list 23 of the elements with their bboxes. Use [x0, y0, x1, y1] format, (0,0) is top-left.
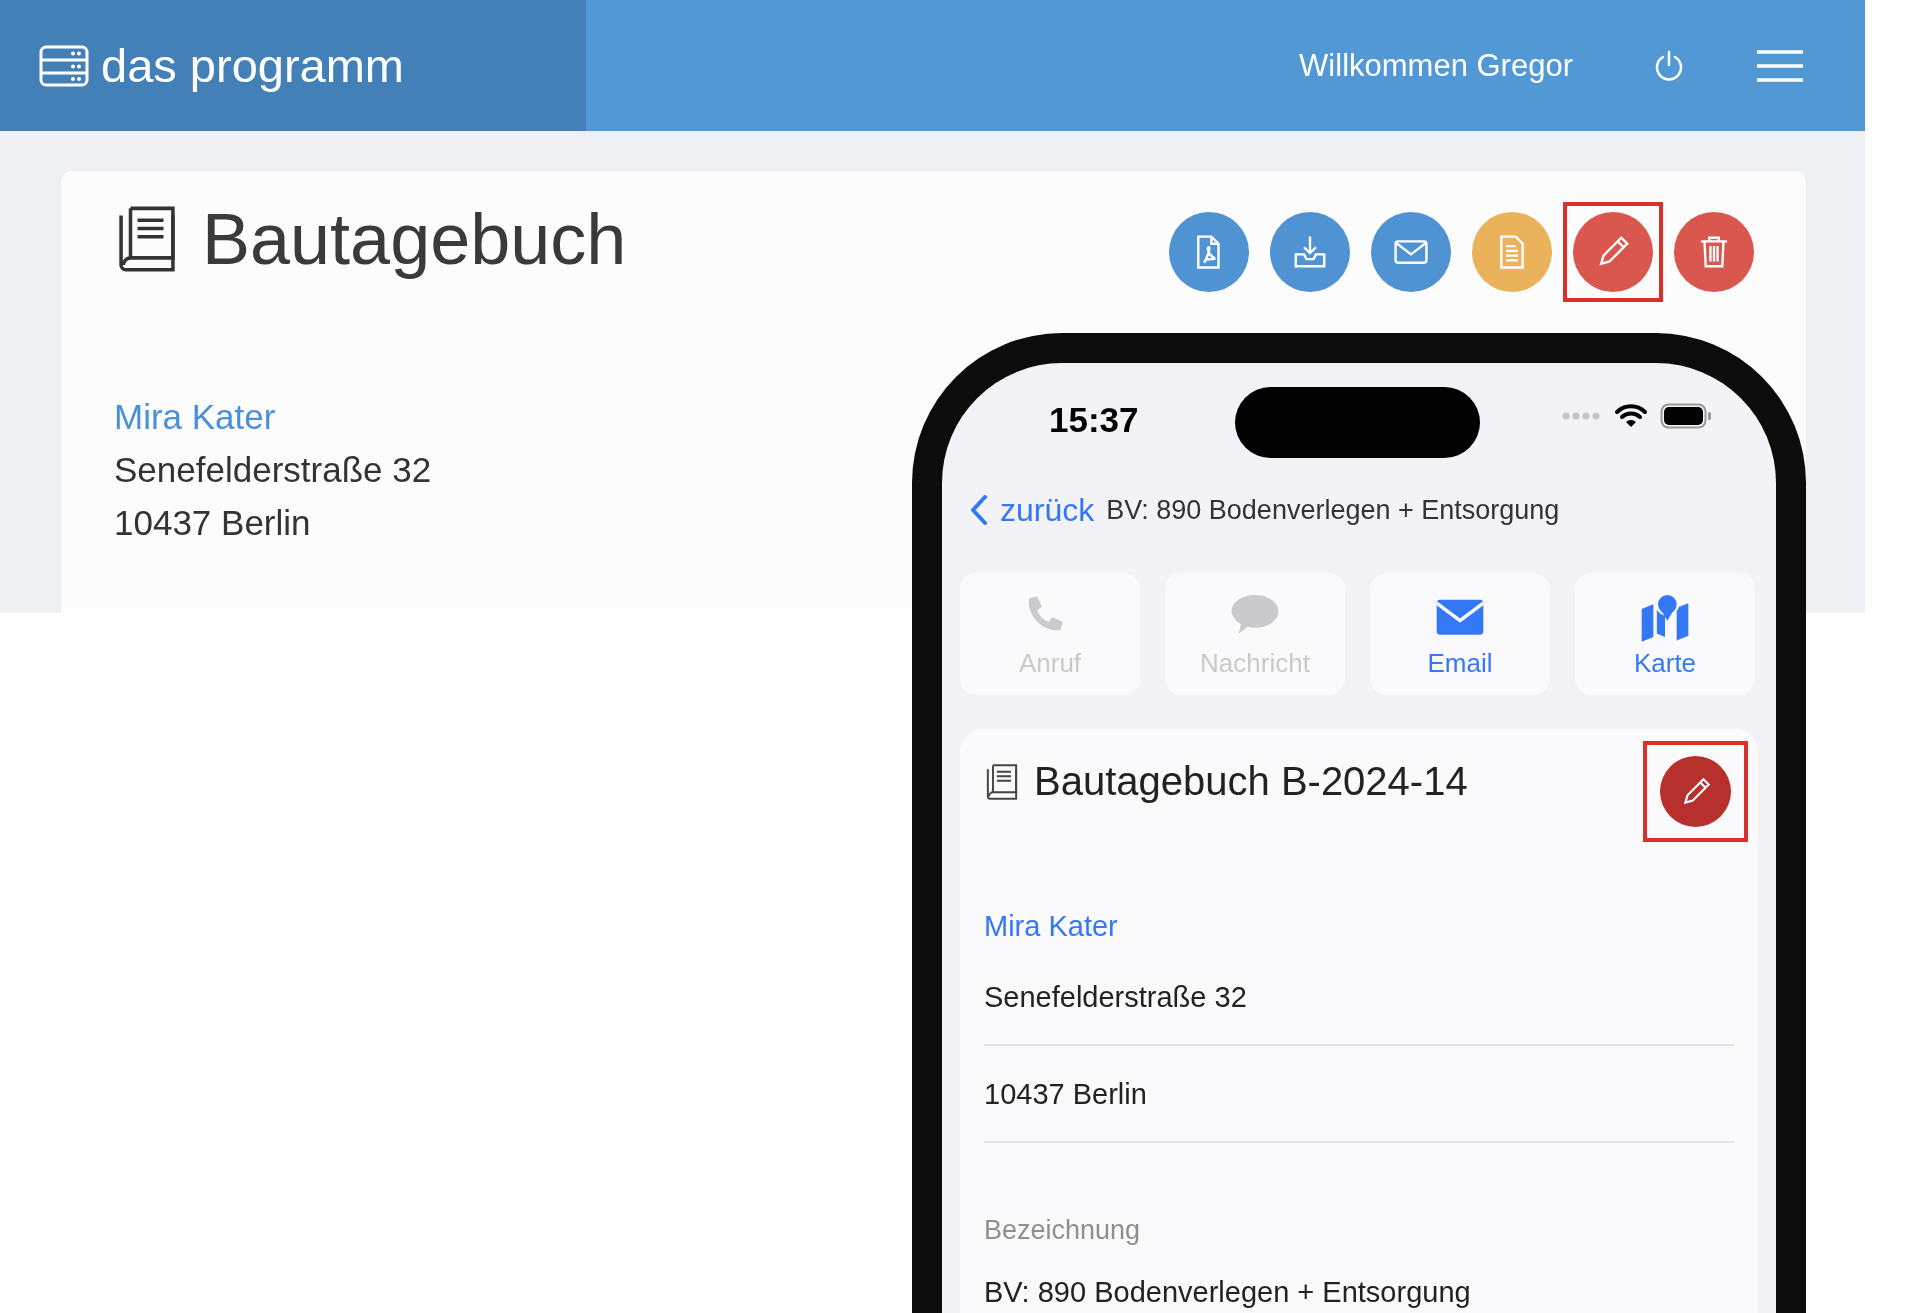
contact-name-link[interactable]: Mira Kater	[114, 390, 276, 443]
contact-name-link[interactable]: Mira Kater	[984, 910, 1118, 943]
chevron-left-icon	[970, 494, 988, 526]
server-stack-icon	[39, 44, 89, 87]
field-value: BV: 890 Bodenverlegen + Entsorgung	[984, 1276, 1472, 1309]
street-address: Senefelderstraße 32	[984, 943, 1734, 1046]
menu-icon[interactable]	[1757, 48, 1803, 83]
city-address: 10437 Berlin	[984, 1046, 1734, 1143]
welcome-text: Willkommen Gregor	[1299, 47, 1573, 84]
battery-icon	[1660, 403, 1712, 429]
field-label: Bezeichnung	[984, 1215, 1141, 1246]
signal-dots-icon	[1562, 412, 1602, 420]
card-title: Bautagebuch B-2024-14	[1034, 759, 1468, 804]
book-icon	[984, 761, 1020, 802]
nav-title: BV: 890 Bodenverlegen + Entsorgung	[1106, 494, 1560, 526]
back-button[interactable]: zurück	[970, 491, 1095, 529]
map-action-button[interactable]: Karte	[1575, 573, 1755, 695]
status-time: 15:37	[1049, 400, 1139, 440]
street-address: Senefelderstraße 32	[114, 449, 432, 491]
city-address: 10437 Berlin	[114, 502, 311, 544]
mail-action-button[interactable]: Email	[1370, 573, 1550, 695]
power-icon[interactable]	[1653, 48, 1685, 83]
wifi-icon	[1614, 403, 1648, 429]
